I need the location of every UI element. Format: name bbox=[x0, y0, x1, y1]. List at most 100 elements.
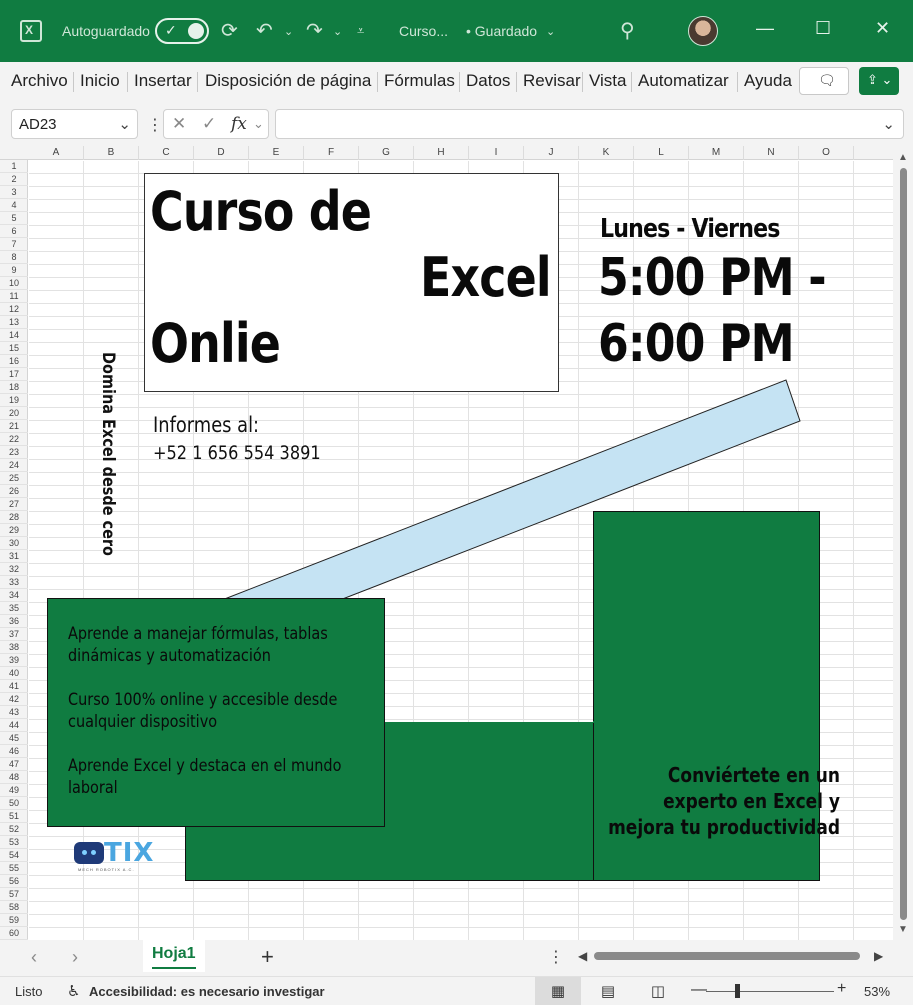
undo-dropdown-chevron-icon[interactable]: ⌄ bbox=[284, 25, 293, 38]
row-header-33[interactable]: 33 bbox=[0, 576, 28, 589]
accessibility-icon[interactable]: ♿ bbox=[67, 982, 80, 1000]
row-header-44[interactable]: 44 bbox=[0, 719, 28, 732]
menu-vista[interactable]: Vista bbox=[589, 71, 627, 91]
row-header-49[interactable]: 49 bbox=[0, 784, 28, 797]
row-header-55[interactable]: 55 bbox=[0, 862, 28, 875]
column-header-g[interactable]: G bbox=[359, 146, 414, 160]
customize-qat-icon[interactable]: ⩡ bbox=[357, 23, 364, 39]
formula-input[interactable]: ⌄ bbox=[275, 109, 904, 139]
row-header-17[interactable]: 17 bbox=[0, 368, 28, 381]
row-header-43[interactable]: 43 bbox=[0, 706, 28, 719]
page-layout-view-icon[interactable]: ▤ bbox=[585, 977, 631, 1005]
row-header-23[interactable]: 23 bbox=[0, 446, 28, 459]
row-header-51[interactable]: 51 bbox=[0, 810, 28, 823]
add-sheet-icon[interactable]: + bbox=[261, 944, 274, 970]
more-options-icon[interactable]: ⋮ bbox=[147, 115, 163, 135]
row-header-41[interactable]: 41 bbox=[0, 680, 28, 693]
page-break-view-icon[interactable]: ◫ bbox=[635, 977, 681, 1005]
row-header-31[interactable]: 31 bbox=[0, 550, 28, 563]
row-header-13[interactable]: 13 bbox=[0, 316, 28, 329]
cancel-icon[interactable]: ✕ bbox=[172, 114, 186, 134]
normal-view-icon[interactable]: ▦ bbox=[535, 977, 581, 1005]
expand-formula-icon[interactable]: ⌄ bbox=[882, 115, 895, 133]
row-header-26[interactable]: 26 bbox=[0, 485, 28, 498]
row-header-6[interactable]: 6 bbox=[0, 225, 28, 238]
column-header-m[interactable]: M bbox=[689, 146, 744, 160]
row-header-4[interactable]: 4 bbox=[0, 199, 28, 212]
zoom-in-icon[interactable]: + bbox=[837, 980, 846, 998]
horizontal-scroll-thumb[interactable] bbox=[594, 952, 860, 960]
row-header-20[interactable]: 20 bbox=[0, 407, 28, 420]
share-button[interactable]: ⇪ ⌄ bbox=[859, 67, 899, 95]
zoom-level[interactable]: 53% bbox=[864, 984, 890, 999]
column-header-c[interactable]: C bbox=[139, 146, 194, 160]
tabs-options-icon[interactable]: ⋮ bbox=[548, 947, 564, 967]
redo-icon[interactable]: ↷ bbox=[306, 18, 323, 43]
row-header-53[interactable]: 53 bbox=[0, 836, 28, 849]
row-header-39[interactable]: 39 bbox=[0, 654, 28, 667]
scroll-down-icon[interactable]: ▼ bbox=[898, 924, 908, 935]
menu-revisar[interactable]: Revisar bbox=[523, 71, 581, 91]
zoom-slider[interactable] bbox=[706, 991, 834, 992]
saved-status[interactable]: • Guardado bbox=[466, 23, 537, 39]
row-header-8[interactable]: 8 bbox=[0, 251, 28, 264]
row-header-54[interactable]: 54 bbox=[0, 849, 28, 862]
search-icon[interactable]: ⚲ bbox=[620, 18, 635, 43]
column-header-k[interactable]: K bbox=[579, 146, 634, 160]
row-header-28[interactable]: 28 bbox=[0, 511, 28, 524]
row-header-30[interactable]: 30 bbox=[0, 537, 28, 550]
scroll-left-icon[interactable]: ◀ bbox=[578, 949, 587, 963]
menu-archivo[interactable]: Archivo bbox=[11, 71, 68, 91]
row-header-60[interactable]: 60 bbox=[0, 927, 28, 940]
row-header-14[interactable]: 14 bbox=[0, 329, 28, 342]
row-header-24[interactable]: 24 bbox=[0, 459, 28, 472]
column-header-e[interactable]: E bbox=[249, 146, 304, 160]
menu-insertar[interactable]: Insertar bbox=[134, 71, 192, 91]
row-header-16[interactable]: 16 bbox=[0, 355, 28, 368]
chevron-down-icon[interactable]: ⌄ bbox=[253, 116, 264, 132]
row-header-48[interactable]: 48 bbox=[0, 771, 28, 784]
row-header-1[interactable]: 1 bbox=[0, 160, 28, 173]
row-header-38[interactable]: 38 bbox=[0, 641, 28, 654]
next-sheet-icon[interactable]: › bbox=[72, 947, 78, 968]
menu-disposicion[interactable]: Disposición de página bbox=[205, 71, 371, 91]
name-box[interactable]: AD23 ⌄ bbox=[11, 109, 138, 139]
vertical-scrollbar[interactable]: ▲ ▼ bbox=[893, 146, 913, 940]
sheet-tab-hoja1[interactable]: Hoja1 bbox=[143, 940, 205, 972]
row-header-10[interactable]: 10 bbox=[0, 277, 28, 290]
row-header-37[interactable]: 37 bbox=[0, 628, 28, 641]
save-icon[interactable]: ⟳ bbox=[221, 18, 238, 43]
redo-dropdown-chevron-icon[interactable]: ⌄ bbox=[333, 25, 342, 38]
maximize-icon[interactable]: ☐ bbox=[815, 18, 831, 39]
row-header-32[interactable]: 32 bbox=[0, 563, 28, 576]
row-header-35[interactable]: 35 bbox=[0, 602, 28, 615]
accessibility-status[interactable]: Accesibilidad: es necesario investigar bbox=[89, 984, 325, 999]
chevron-down-icon[interactable]: ⌄ bbox=[118, 115, 131, 133]
row-header-19[interactable]: 19 bbox=[0, 394, 28, 407]
row-header-56[interactable]: 56 bbox=[0, 875, 28, 888]
menu-ayuda[interactable]: Ayuda bbox=[744, 71, 792, 91]
row-header-2[interactable]: 2 bbox=[0, 173, 28, 186]
scroll-right-icon[interactable]: ▶ bbox=[874, 949, 883, 963]
column-header-l[interactable]: L bbox=[634, 146, 689, 160]
row-header-7[interactable]: 7 bbox=[0, 238, 28, 251]
insert-function-icon[interactable]: fx bbox=[231, 114, 247, 134]
row-header-11[interactable]: 11 bbox=[0, 290, 28, 303]
user-avatar[interactable] bbox=[688, 16, 718, 46]
menu-datos[interactable]: Datos bbox=[466, 71, 510, 91]
row-header-40[interactable]: 40 bbox=[0, 667, 28, 680]
undo-icon[interactable]: ↶ bbox=[256, 18, 273, 43]
row-header-3[interactable]: 3 bbox=[0, 186, 28, 199]
column-header-b[interactable]: B bbox=[84, 146, 139, 160]
row-header-50[interactable]: 50 bbox=[0, 797, 28, 810]
zoom-out-icon[interactable]: — bbox=[691, 981, 707, 999]
row-header-18[interactable]: 18 bbox=[0, 381, 28, 394]
column-header-d[interactable]: D bbox=[194, 146, 249, 160]
column-header-n[interactable]: N bbox=[744, 146, 799, 160]
column-header-o[interactable]: O bbox=[799, 146, 854, 160]
row-header-46[interactable]: 46 bbox=[0, 745, 28, 758]
row-header-45[interactable]: 45 bbox=[0, 732, 28, 745]
column-header-i[interactable]: I bbox=[469, 146, 524, 160]
row-header-52[interactable]: 52 bbox=[0, 823, 28, 836]
row-header-34[interactable]: 34 bbox=[0, 589, 28, 602]
